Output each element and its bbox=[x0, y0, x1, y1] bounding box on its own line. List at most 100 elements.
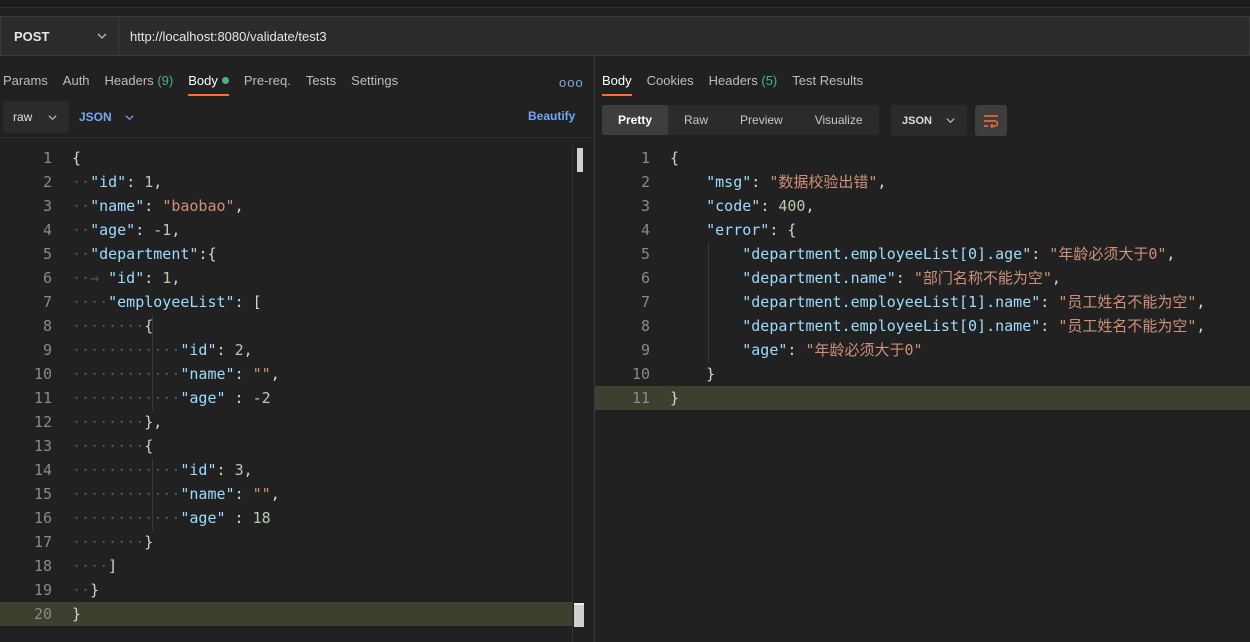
code-token: , bbox=[171, 269, 181, 287]
code-token: 1 bbox=[162, 269, 172, 287]
code-line: 8 ········{ bbox=[0, 314, 572, 338]
code-line: 7 "department.employeeList[1].name": "员工… bbox=[595, 290, 1250, 314]
tab-body[interactable]: Body bbox=[188, 70, 229, 96]
code-token: 400 bbox=[778, 197, 806, 215]
code-token: "age" bbox=[180, 509, 226, 527]
tab-prereq[interactable]: Pre-req. bbox=[244, 70, 291, 96]
code-token: ···· bbox=[72, 557, 109, 575]
code-text: "department.employeeList[1].name": "员工姓名… bbox=[650, 290, 1205, 314]
code-text: ····"employeeList": [ bbox=[52, 290, 262, 314]
view-preview-button[interactable]: Preview bbox=[724, 105, 799, 135]
body-mode-select[interactable]: raw bbox=[3, 101, 69, 133]
code-token: "年龄必须大于0" bbox=[805, 341, 923, 359]
view-raw-button[interactable]: Raw bbox=[668, 105, 724, 135]
tab-tests-label: Tests bbox=[305, 73, 337, 88]
code-token: "name" bbox=[180, 485, 235, 503]
code-token: } bbox=[90, 581, 100, 599]
editor-scrollbar[interactable] bbox=[572, 146, 584, 642]
code-text: ············"age" : -2 bbox=[52, 386, 271, 410]
response-tabs: Body Cookies Headers (5) Test Results bbox=[602, 70, 878, 96]
code-token: "baobao" bbox=[162, 197, 235, 215]
line-number: 4 bbox=[42, 221, 52, 239]
code-token: , bbox=[1196, 293, 1206, 311]
line-number: 16 bbox=[33, 509, 52, 527]
code-token: "年龄必须大于0" bbox=[1049, 245, 1167, 263]
tab-tests[interactable]: Tests bbox=[306, 70, 336, 96]
tab-body-label: Body bbox=[188, 73, 218, 88]
code-line: 4 ··"age": -1, bbox=[0, 218, 572, 242]
view-pretty-button[interactable]: Pretty bbox=[602, 105, 669, 135]
code-token: } bbox=[144, 533, 154, 551]
line-number: 6 bbox=[640, 269, 650, 287]
code-token: 1 bbox=[144, 173, 154, 191]
code-text: ········}, bbox=[52, 410, 162, 434]
more-options-icon[interactable]: ooo bbox=[559, 75, 584, 90]
line-number: 7 bbox=[42, 293, 52, 311]
code-token: 3 bbox=[234, 461, 244, 479]
code-token: , bbox=[243, 461, 253, 479]
code-line: 7 ····"employeeList": [ bbox=[0, 290, 572, 314]
code-token: , bbox=[805, 197, 815, 215]
code-text: ············"age" : 18 bbox=[52, 506, 271, 530]
code-token: : bbox=[760, 197, 779, 215]
tab-response-headers[interactable]: Headers (5) bbox=[709, 70, 778, 96]
code-text: "department.employeeList[0].age": "年龄必须大… bbox=[650, 242, 1175, 266]
body-language-select[interactable]: JSON bbox=[79, 101, 135, 133]
code-line: 2 "msg": "数据校验出错", bbox=[595, 170, 1250, 194]
response-format-select[interactable]: JSON bbox=[891, 105, 967, 136]
method-label: POST bbox=[14, 28, 50, 44]
tab-settings-label: Settings bbox=[351, 73, 399, 88]
tab-settings[interactable]: Settings bbox=[351, 70, 398, 96]
tab-cookies[interactable]: Cookies bbox=[647, 70, 694, 96]
code-token: ·· bbox=[72, 197, 91, 215]
tab-prereq-label: Pre-req. bbox=[243, 73, 291, 88]
tab-auth[interactable]: Auth bbox=[63, 70, 90, 96]
code-token: : bbox=[216, 461, 235, 479]
method-select[interactable]: POST bbox=[0, 16, 118, 56]
code-line: 15 ············"name": "", bbox=[0, 482, 572, 506]
indent-guide bbox=[152, 458, 153, 530]
tab-headers[interactable]: Headers (9) bbox=[105, 70, 174, 96]
code-token: : bbox=[1031, 245, 1050, 263]
code-token: : bbox=[135, 221, 154, 239]
tab-headers-label: Headers bbox=[104, 73, 154, 88]
code-token: "error" bbox=[706, 221, 770, 239]
code-text: { bbox=[650, 146, 679, 170]
tab-auth-label: Auth bbox=[62, 73, 90, 88]
code-line: 6 "department.name": "部门名称不能为空", bbox=[595, 266, 1250, 290]
code-token: -2 bbox=[252, 389, 271, 407]
code-token: }, bbox=[144, 413, 163, 431]
view-visualize-button[interactable]: Visualize bbox=[799, 105, 879, 135]
url-input[interactable]: http://localhost:8080/validate/test3 bbox=[118, 16, 1250, 56]
tab-response-body[interactable]: Body bbox=[602, 70, 632, 96]
code-token: : bbox=[895, 269, 914, 287]
code-token: , bbox=[153, 173, 163, 191]
code-token: : bbox=[1040, 293, 1059, 311]
line-number: 9 bbox=[640, 341, 650, 359]
line-number: 18 bbox=[33, 557, 52, 575]
request-body-editor[interactable]: 1{2 ··"id": 1, 3 ··"name": "baobao", 4 ··"age… bbox=[0, 146, 594, 642]
line-number: 1 bbox=[42, 149, 52, 167]
code-token: ············ bbox=[72, 341, 181, 359]
response-headers-count: (5) bbox=[761, 73, 778, 88]
code-token: , bbox=[1196, 317, 1206, 335]
code-token: : bbox=[1040, 317, 1059, 335]
code-line: 1{ bbox=[0, 146, 572, 170]
wrap-lines-button[interactable] bbox=[975, 105, 1007, 136]
code-text: ········{ bbox=[52, 314, 153, 338]
tab-test-results[interactable]: Test Results bbox=[792, 70, 863, 96]
tab-params[interactable]: Params bbox=[3, 70, 48, 96]
code-token: { bbox=[72, 149, 82, 167]
code-token: "id" bbox=[90, 173, 127, 191]
beautify-button[interactable]: Beautify bbox=[528, 109, 575, 123]
line-number: 3 bbox=[42, 197, 52, 215]
code-line: 16 ············"age" : 18 bbox=[0, 506, 572, 530]
scrollbar-thumb[interactable] bbox=[577, 148, 583, 172]
code-line: 9 "age": "年龄必须大于0" bbox=[595, 338, 1250, 362]
code-token: "部门名称不能为空" bbox=[913, 269, 1052, 287]
chevron-down-icon bbox=[97, 33, 107, 39]
